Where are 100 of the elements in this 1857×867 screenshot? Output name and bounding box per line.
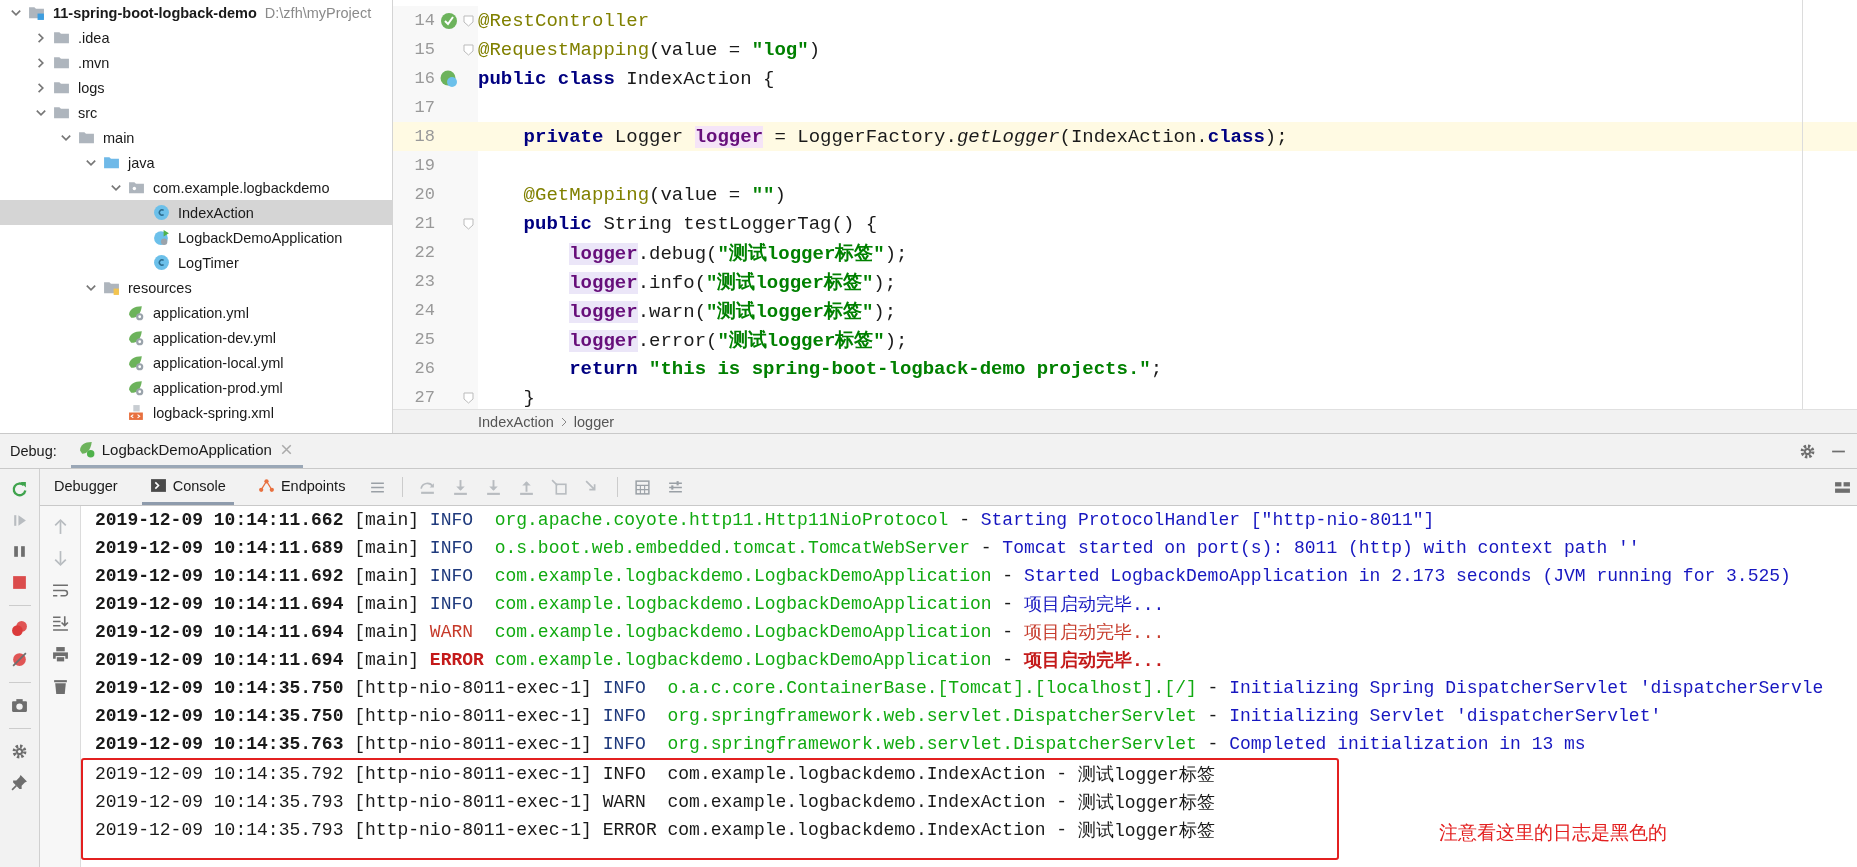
line-number: 15 — [413, 40, 435, 59]
log-timestamp: 2019-12-09 10:14:35.793 — [95, 792, 344, 812]
log-level: WARN — [429, 622, 475, 642]
log-separator: - — [1056, 764, 1068, 784]
fold-marker-icon[interactable] — [463, 14, 474, 27]
tree-item[interactable]: src — [0, 100, 392, 125]
bean-check-icon[interactable] — [439, 10, 459, 31]
tree-item[interactable]: main — [0, 125, 392, 150]
log-thread: [http-nio-8011-exec-1] — [354, 678, 592, 698]
tree-item[interactable]: logback-spring.xml — [0, 400, 392, 425]
line-number: 17 — [413, 98, 435, 117]
endpoints-graph-icon — [257, 477, 275, 494]
pin-icon[interactable] — [11, 774, 28, 791]
tree-item[interactable]: application-prod.yml — [0, 375, 392, 400]
tree-item[interactable]: resources — [0, 275, 392, 300]
pause-icon[interactable] — [11, 543, 28, 560]
log-logger: org.apache.coyote.http11.Http11NioProtocol — [494, 510, 949, 530]
tree-item[interactable]: com.example.logbackdemo — [0, 175, 392, 200]
folder-icon — [103, 154, 120, 171]
log-separator: - — [1002, 594, 1014, 614]
log-separator: - — [1002, 650, 1014, 670]
log-message: 项目启动完毕... — [1023, 622, 1165, 644]
panel-tab[interactable]: Console — [141, 469, 234, 505]
log-level: INFO — [602, 734, 647, 754]
line-number: 20 — [413, 185, 435, 204]
panel-tab[interactable]: Endpoints — [249, 469, 354, 505]
log-timestamp: 2019-12-09 10:14:35.793 — [95, 820, 344, 840]
soft-wrap-icon[interactable] — [51, 582, 69, 599]
code-line: public class IndexAction { — [478, 67, 775, 90]
log-message: 项目启动完毕... — [1023, 649, 1165, 672]
xml-file-icon — [128, 404, 145, 421]
stop-icon[interactable] — [11, 574, 28, 591]
log-message: Initializing Servlet 'dispatcherServlet' — [1229, 706, 1662, 726]
calculator-icon[interactable] — [634, 478, 652, 496]
tree-item[interactable]: application-dev.yml — [0, 325, 392, 350]
settings-icon[interactable] — [1799, 442, 1816, 460]
tree-item[interactable]: IndexAction — [0, 200, 392, 225]
log-logger: o.s.boot.web.embedded.tomcat.TomcatWebServer — [494, 538, 970, 558]
annotation-note: 注意看这里的日志是黑色的 — [1439, 820, 1667, 845]
code-line: public String testLoggerTag() { — [522, 212, 878, 235]
log-level: INFO — [429, 538, 475, 558]
log-message: Tomcat started on port(s): 8011 (http) with context path '' — [1002, 538, 1640, 558]
folder-icon — [78, 129, 95, 146]
package-folder-icon — [128, 179, 145, 196]
log-separator: - — [1002, 622, 1014, 642]
class-icon — [153, 254, 170, 271]
log-level: INFO — [429, 510, 475, 530]
spring-config-icon — [128, 304, 145, 321]
spring-config-icon — [128, 379, 145, 396]
scroll-to-end-icon[interactable] — [51, 614, 69, 631]
tree-item[interactable]: LogTimer — [0, 250, 392, 275]
log-thread: [main] — [354, 566, 420, 586]
log-timestamp: 2019-12-09 10:14:11.692 — [95, 566, 344, 586]
tree-item[interactable]: LogbackDemoApplication — [0, 225, 392, 250]
breadcrumb-item[interactable]: IndexAction — [478, 413, 554, 430]
breakpoints-icon[interactable] — [11, 620, 28, 637]
rerun-icon[interactable] — [11, 481, 28, 498]
log-timestamp: 2019-12-09 10:14:11.662 — [95, 510, 344, 530]
folder-icon — [53, 79, 70, 96]
line-number: 26 — [413, 359, 435, 378]
line-number: 27 — [413, 388, 435, 407]
print-icon[interactable] — [51, 646, 69, 663]
camera-icon[interactable] — [11, 697, 28, 714]
fold-marker-icon[interactable] — [463, 43, 474, 56]
line-number: 21 — [413, 214, 435, 233]
line-number: 22 — [413, 243, 435, 262]
fold-marker-icon[interactable] — [463, 391, 474, 404]
tree-item[interactable]: java — [0, 150, 392, 175]
code-line: logger.warn("测试logger标签"); — [568, 299, 897, 324]
tree-item[interactable]: application-local.yml — [0, 350, 392, 375]
fold-marker-icon[interactable] — [463, 217, 474, 230]
mute-breakpoints-icon[interactable] — [11, 651, 28, 668]
spring-class-icon[interactable] — [439, 68, 459, 89]
log-level: INFO — [602, 678, 647, 698]
breadcrumb-item[interactable]: logger — [573, 413, 615, 430]
folder-icon — [53, 104, 70, 121]
line-number: 23 — [413, 272, 435, 291]
trash-icon[interactable] — [51, 678, 69, 695]
panel-tab[interactable]: Debugger — [46, 469, 126, 505]
spring-run-icon — [78, 441, 96, 458]
debug-panel-label: Debug: — [10, 443, 57, 459]
log-timestamp: 2019-12-09 10:14:11.694 — [95, 594, 344, 614]
settings-icon[interactable] — [11, 743, 28, 760]
log-thread: [main] — [354, 622, 420, 642]
log-logger: com.example.logbackdemo.LogbackDemoApplication — [494, 622, 992, 642]
tree-item[interactable]: application.yml — [0, 300, 392, 325]
class-icon — [153, 204, 170, 221]
log-message: Completed initialization in 13 ms — [1229, 734, 1586, 754]
spring-config-icon — [128, 329, 145, 346]
tree-item[interactable]: .mvn — [0, 50, 392, 75]
log-thread: [main] — [354, 510, 420, 530]
tree-item[interactable]: 11-spring-boot-logback-demo D:\zfh\myProject — [0, 0, 392, 25]
tree-item[interactable]: logs — [0, 75, 392, 100]
log-level: WARN — [602, 792, 647, 812]
folder-icon — [53, 29, 70, 46]
log-separator: - — [1002, 566, 1014, 586]
tree-item[interactable]: .idea — [0, 25, 392, 50]
log-message: 测试logger标签 — [1077, 792, 1215, 814]
log-separator: - — [1207, 734, 1219, 754]
log-logger: com.example.logbackdemo.IndexAction — [667, 820, 1046, 840]
